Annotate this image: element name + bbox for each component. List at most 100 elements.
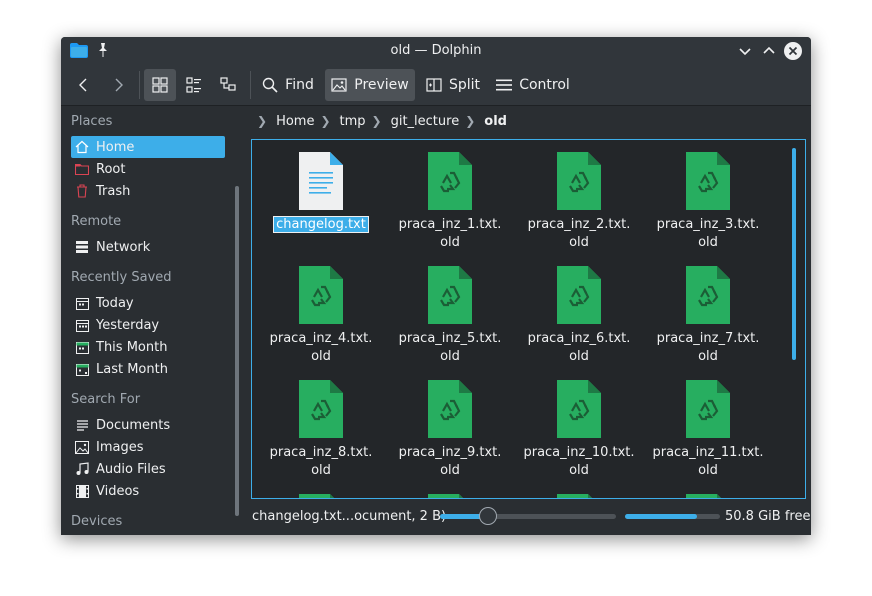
icons-view-button[interactable] bbox=[144, 69, 176, 101]
split-button[interactable]: Split bbox=[423, 69, 483, 101]
chevron-right-icon: ❯ bbox=[320, 114, 331, 128]
chevron-right-icon: ❯ bbox=[371, 114, 382, 128]
sidebar-item-trash[interactable]: Trash bbox=[71, 180, 225, 202]
sidebar-item-today[interactable]: Today bbox=[71, 292, 225, 314]
sidebar-item-label: Videos bbox=[96, 483, 140, 499]
image-preview-icon bbox=[331, 78, 347, 92]
sidebar-item-this-month[interactable]: This Month bbox=[71, 336, 225, 358]
sidebar-item-label: Trash bbox=[96, 183, 131, 199]
folder-red-icon bbox=[74, 161, 90, 177]
details-view-button[interactable] bbox=[212, 69, 244, 101]
places-panel: Places Home Root Trash Remote Network Re… bbox=[61, 106, 241, 535]
sidebar-item-yesterday[interactable]: Yesterday bbox=[71, 314, 225, 336]
home-icon bbox=[74, 139, 90, 155]
compact-view-button[interactable] bbox=[178, 69, 210, 101]
section-devices: Devices bbox=[71, 514, 123, 529]
backup-file-icon bbox=[686, 152, 730, 210]
file-name: praca_inz_8.txt. old bbox=[269, 445, 373, 478]
sidebar-item-last-month[interactable]: Last Month bbox=[71, 358, 225, 380]
control-button[interactable]: Control bbox=[493, 69, 573, 101]
breadcrumb-item-tmp[interactable]: tmp bbox=[340, 114, 366, 129]
status-bar: changelog.txt...ocument, 2 B) 50.8 GiB f… bbox=[251, 505, 811, 529]
arrow-right-icon bbox=[115, 78, 123, 92]
search-icon bbox=[262, 77, 278, 93]
maximize-icon[interactable] bbox=[759, 41, 779, 61]
preview-button[interactable]: Preview bbox=[325, 69, 415, 101]
network-icon bbox=[74, 239, 90, 255]
file-name: praca_inz_5.txt. old bbox=[398, 331, 502, 364]
toolbar: Find Preview Split Control bbox=[61, 65, 811, 106]
calendar-icon bbox=[74, 339, 90, 355]
backup-file-icon bbox=[428, 266, 472, 324]
breadcrumb-item-git-lecture[interactable]: git_lecture bbox=[391, 114, 460, 129]
file-name: praca_inz_11.txt. old bbox=[652, 445, 764, 478]
sidebar-item-label: This Month bbox=[96, 339, 168, 355]
sidebar-item-network[interactable]: Network bbox=[71, 236, 225, 258]
backup-file-icon bbox=[686, 494, 730, 498]
images-icon bbox=[74, 439, 90, 455]
sidebar-item-label: Documents bbox=[96, 417, 171, 433]
view-compact-icon bbox=[186, 77, 201, 93]
window-title: old — Dolphin bbox=[390, 43, 482, 58]
close-icon[interactable] bbox=[783, 41, 803, 61]
split-view-icon bbox=[426, 78, 442, 92]
sidebar-item-images[interactable]: Images bbox=[71, 436, 225, 458]
zoom-slider-handle[interactable] bbox=[479, 507, 497, 525]
chevron-right-icon[interactable]: ❯ bbox=[465, 114, 475, 128]
title-bar[interactable]: old — Dolphin bbox=[61, 37, 811, 65]
sidebar-item-root[interactable]: Root bbox=[71, 158, 225, 180]
breadcrumb-item-old[interactable]: old bbox=[484, 114, 507, 129]
backup-file-icon bbox=[686, 266, 730, 324]
backup-file-icon bbox=[299, 266, 343, 324]
section-remote: Remote bbox=[71, 214, 122, 229]
section-search-for: Search For bbox=[71, 392, 141, 407]
toolbar-separator bbox=[139, 71, 140, 99]
sidebar-item-label: Audio Files bbox=[96, 461, 166, 477]
view-icons-icon bbox=[152, 77, 168, 93]
file-view[interactable]: changelog.txt praca_inz_1.txt. old praca_in… bbox=[251, 139, 806, 499]
free-space-label: 50.8 GiB free bbox=[725, 509, 811, 524]
backup-file-icon bbox=[428, 152, 472, 210]
sidebar-item-videos[interactable]: Videos bbox=[71, 480, 225, 502]
backup-file-icon bbox=[557, 380, 601, 438]
text-file-icon bbox=[299, 152, 343, 210]
back-button[interactable] bbox=[69, 69, 99, 101]
find-button[interactable]: Find bbox=[257, 69, 319, 101]
dolphin-window: old — Dolphin Find Preview Split Control… bbox=[61, 37, 811, 535]
backup-file-icon bbox=[428, 380, 472, 438]
backup-file-icon bbox=[428, 494, 472, 498]
file-name: changelog.txt bbox=[273, 216, 369, 233]
file-view-scrollbar[interactable] bbox=[792, 148, 796, 360]
arrow-left-icon bbox=[79, 78, 87, 92]
file-name: praca_inz_7.txt. old bbox=[656, 331, 760, 364]
view-tree-icon bbox=[220, 77, 236, 91]
find-label: Find bbox=[285, 77, 314, 93]
file-name: praca_inz_4.txt. old bbox=[269, 331, 373, 364]
minimize-icon[interactable] bbox=[735, 41, 755, 61]
free-space-bar-fill bbox=[625, 514, 697, 519]
backup-file-icon bbox=[299, 380, 343, 438]
status-text: changelog.txt...ocument, 2 B) bbox=[252, 509, 447, 524]
backup-file-icon bbox=[686, 380, 730, 438]
hamburger-menu-icon bbox=[496, 79, 513, 91]
chevron-right-icon: ❯ bbox=[257, 114, 268, 128]
sidebar-item-audio-files[interactable]: Audio Files bbox=[71, 458, 225, 480]
audio-icon bbox=[74, 461, 90, 477]
backup-file-icon bbox=[557, 152, 601, 210]
preview-label: Preview bbox=[354, 77, 409, 93]
sidebar-item-label: Network bbox=[96, 239, 151, 255]
file-name: praca_inz_10.txt. old bbox=[523, 445, 635, 478]
sidebar-item-home[interactable]: Home bbox=[71, 136, 225, 158]
file-name: praca_inz_9.txt. old bbox=[398, 445, 502, 478]
calendar-icon bbox=[74, 295, 90, 311]
documents-icon bbox=[74, 417, 90, 433]
videos-icon bbox=[74, 483, 90, 499]
sidebar-item-label: Yesterday bbox=[96, 317, 160, 333]
breadcrumb-item-home[interactable]: Home bbox=[276, 114, 314, 129]
breadcrumb: ❯ Home ❯ tmp ❯ git_lecture ❯ old bbox=[251, 109, 507, 133]
places-scrollbar[interactable] bbox=[235, 186, 239, 516]
sidebar-item-documents[interactable]: Documents bbox=[71, 414, 225, 436]
sidebar-item-label: Today bbox=[96, 295, 134, 311]
forward-button[interactable] bbox=[103, 69, 133, 101]
file-name: praca_inz_3.txt. old bbox=[656, 217, 760, 250]
